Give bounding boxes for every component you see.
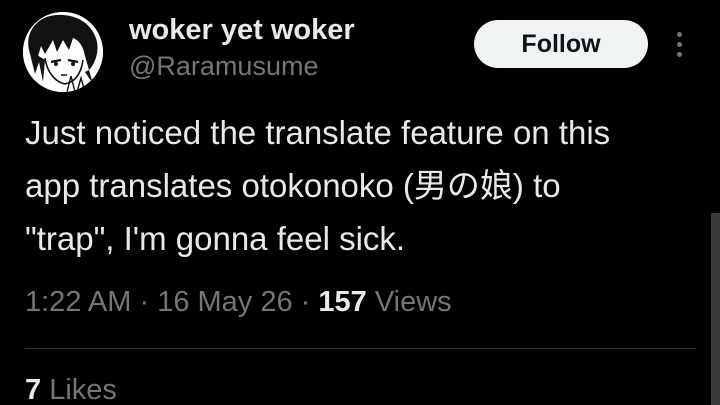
tweet-text-line: "trap", I'm gonna feel sick. [25,220,406,257]
meta-separator: · [292,286,319,318]
likes-label: Likes [41,374,117,405]
author-handle[interactable]: @Raramusume [129,51,318,82]
tweet-time[interactable]: 1:22 AM [25,286,131,318]
likes-count: 7 [25,374,42,405]
tweet-date[interactable]: 16 May 26 [157,286,292,318]
tweet-text-line: app translates otokonoko (男の娘) to [25,167,561,204]
scrollbar-thumb[interactable] [711,213,720,405]
tweet-metadata: 1:22 AM · 16 May 26 · 157 Views [25,286,452,319]
author-display-name[interactable]: woker yet woker [129,14,355,47]
more-options-button[interactable] [664,26,696,62]
views-count: 157 [318,286,367,318]
anime-character-avatar-icon [23,12,103,92]
tweet-detail-view: woker yet woker @Raramusume Follow Just … [0,0,720,405]
meta-separator: · [131,286,158,318]
follow-button[interactable]: Follow [474,20,648,68]
divider [25,348,696,349]
tweet-text: Just noticed the translate feature on th… [25,106,705,265]
author-avatar[interactable] [23,12,103,92]
likes-link[interactable]: 7 Likes [25,374,117,405]
views-label: Views [366,286,452,318]
views-link[interactable]: 157 Views [318,286,451,318]
tweet-text-line: Just noticed the translate feature on th… [25,114,611,151]
